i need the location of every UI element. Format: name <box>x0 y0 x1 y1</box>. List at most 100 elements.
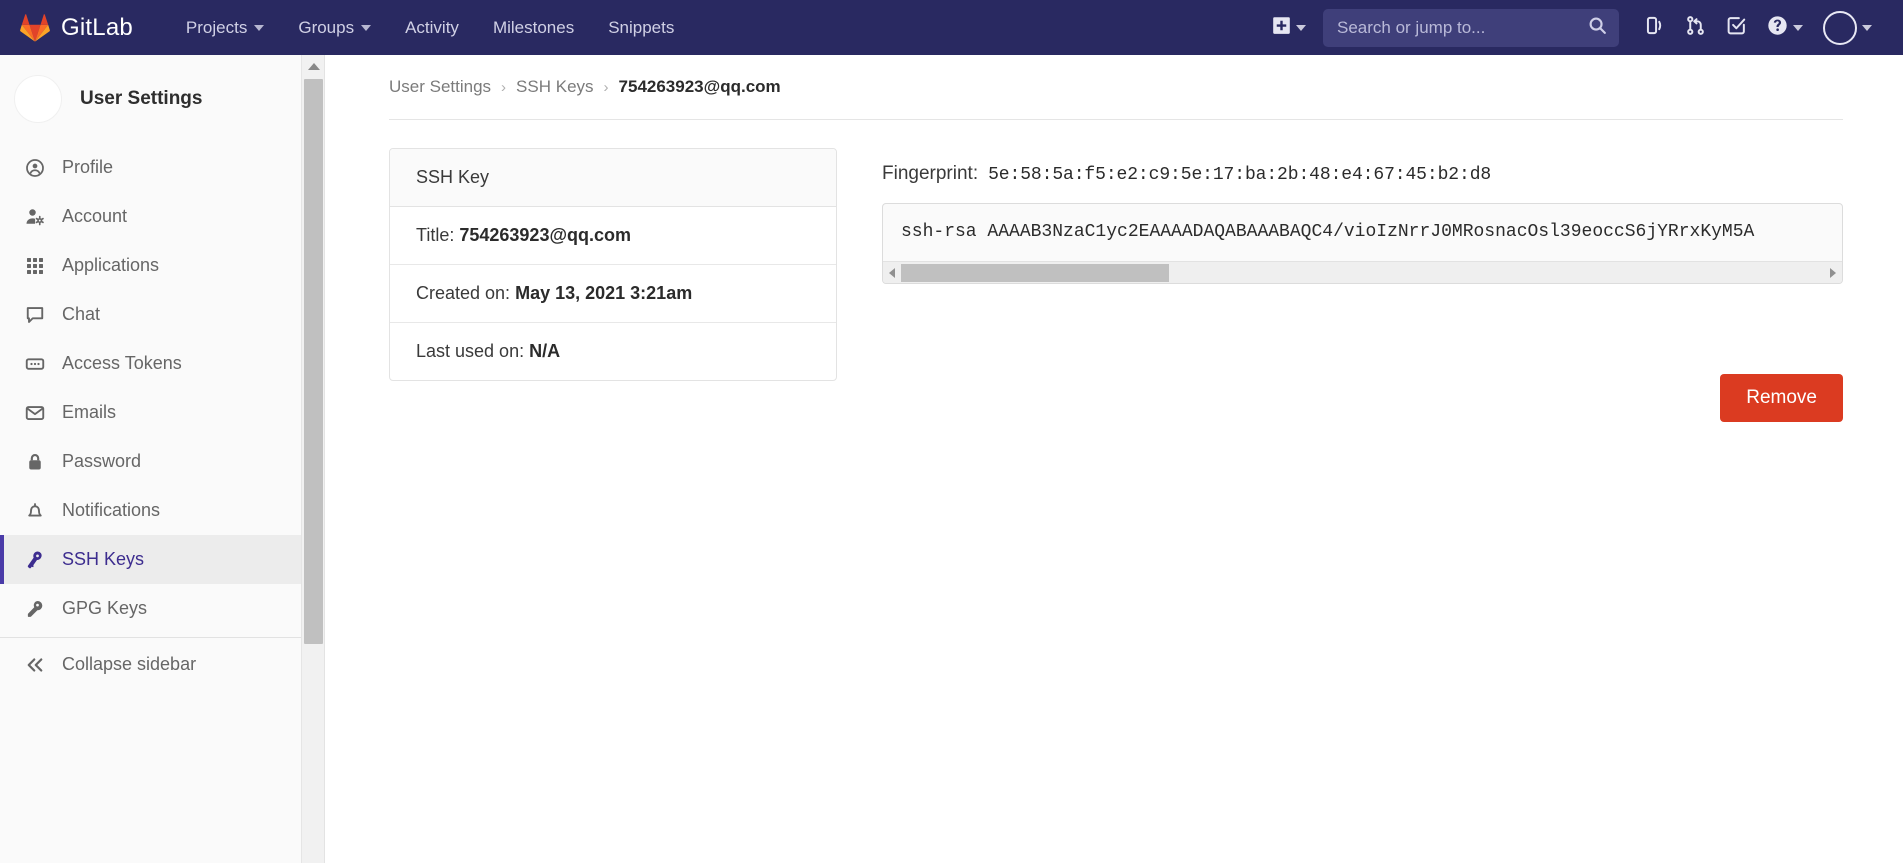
ssh-key-last-used-label: Last used on: <box>416 341 525 361</box>
issues-icon <box>1644 15 1665 41</box>
breadcrumb-bar: User Settings › SSH Keys › 754263923@qq.… <box>326 55 1903 120</box>
nav-link-milestones[interactable]: Milestones <box>476 12 591 44</box>
sidebar-scrollbar-thumb[interactable] <box>304 79 323 644</box>
search-container <box>1323 8 1619 47</box>
sidebar-item-notifications[interactable]: Notifications <box>0 486 301 535</box>
user-menu-button[interactable] <box>1814 5 1881 51</box>
ssh-key-body-box: ssh-rsa AAAAB3NzaC1yc2EAAAADAQABAAABAQC4… <box>882 203 1843 285</box>
access-tokens-icon <box>25 354 45 374</box>
sidebar-item-label: Notifications <box>62 500 161 520</box>
sidebar-item-label: GPG Keys <box>62 598 148 618</box>
ssh-key-created-row: Created on: May 13, 2021 3:21am <box>390 265 836 323</box>
help-button[interactable] <box>1758 9 1812 47</box>
sidebar-item-label: Chat <box>62 304 101 324</box>
sidebar-header: User Settings <box>0 55 301 143</box>
chat-bubble-icon <box>25 305 45 325</box>
ssh-key-title-row: Title: 754263923@qq.com <box>390 207 836 265</box>
sidebar-scrollbar[interactable] <box>302 55 325 863</box>
gpg-key-icon <box>25 599 45 619</box>
sidebar-item-label: Account <box>62 206 128 226</box>
ssh-key-created-label: Created on: <box>416 283 511 303</box>
sidebar-item-access-tokens[interactable]: Access Tokens <box>0 339 301 388</box>
ssh-key-last-used-value: N/A <box>529 341 561 361</box>
todos-button[interactable] <box>1717 9 1756 47</box>
sidebar-item-chat[interactable]: Chat <box>0 290 301 339</box>
nav-link-groups[interactable]: Groups <box>281 12 388 44</box>
ssh-key-content-panel: Fingerprint: 5e:58:5a:f5:e2:c9:5e:17:ba:… <box>837 148 1903 423</box>
collapse-sidebar-label: Collapse sidebar <box>62 654 197 674</box>
chevron-down-icon <box>1296 24 1306 31</box>
ssh-key-title-label: Title: <box>416 225 455 245</box>
sidebar-nav: Profile Account Applications Chat Access… <box>0 143 301 691</box>
sidebar-item-applications[interactable]: Applications <box>0 241 301 290</box>
breadcrumb-item-user-settings[interactable]: User Settings <box>389 77 491 97</box>
plus-square-icon <box>1272 16 1291 40</box>
email-envelope-icon <box>25 403 45 423</box>
sidebar-item-profile[interactable]: Profile <box>0 143 301 192</box>
ssh-key-title-value: 754263923@qq.com <box>459 225 632 245</box>
brand-home-link[interactable]: GitLab <box>20 13 133 42</box>
remove-button[interactable]: Remove <box>1720 374 1843 423</box>
sidebar-item-ssh-keys[interactable]: SSH Keys <box>0 535 301 584</box>
merge-requests-icon <box>1685 15 1706 41</box>
sidebar-item-label: SSH Keys <box>62 549 145 569</box>
applications-grid-icon <box>25 256 45 276</box>
ssh-key-scrollbar-track[interactable] <box>901 262 1824 283</box>
main-content: User Settings › SSH Keys › 754263923@qq.… <box>326 55 1903 863</box>
ssh-key-last-used-row: Last used on: N/A <box>390 323 836 380</box>
breadcrumb-current: 754263923@qq.com <box>618 77 781 96</box>
arrow-right-icon[interactable] <box>1824 262 1842 283</box>
sidebar-item-emails[interactable]: Emails <box>0 388 301 437</box>
actions-row: Remove <box>882 284 1843 423</box>
chevron-down-icon <box>361 24 372 31</box>
chevron-down-icon <box>1862 24 1872 31</box>
page-title: User Settings <box>80 88 203 109</box>
nav-link-activity[interactable]: Activity <box>388 12 476 44</box>
gitlab-tanuki-logo-icon <box>20 13 50 42</box>
nav-link-snippets[interactable]: Snippets <box>591 12 691 44</box>
ssh-key-info-card: SSH Key Title: 754263923@qq.com Created … <box>389 148 837 381</box>
primary-nav: Projects Groups Activity Milestones Snip… <box>169 12 691 44</box>
collapse-sidebar-button[interactable]: Collapse sidebar <box>0 638 301 691</box>
ssh-key-public-key-text[interactable]: ssh-rsa AAAAB3NzaC1yc2EAAAADAQABAAABAQC4… <box>883 204 1842 261</box>
fingerprint-row: Fingerprint: 5e:58:5a:f5:e2:c9:5e:17:ba:… <box>882 148 1843 203</box>
chevron-down-icon <box>1793 24 1803 31</box>
nav-link-groups-label: Groups <box>298 17 355 37</box>
issues-button[interactable] <box>1635 9 1674 47</box>
nav-link-projects-label: Projects <box>185 17 248 37</box>
breadcrumb-item-ssh-keys[interactable]: SSH Keys <box>516 77 593 97</box>
sidebar-item-gpg-keys[interactable]: GPG Keys <box>0 584 301 633</box>
sidebar-item-label: Applications <box>62 255 160 275</box>
breadcrumb-separator-icon: › <box>501 78 507 96</box>
create-new-button[interactable] <box>1263 10 1315 46</box>
help-question-icon <box>1767 15 1788 41</box>
sidebar-item-label: Emails <box>62 402 117 422</box>
ssh-key-scrollbar-thumb[interactable] <box>901 263 1169 282</box>
nav-link-projects[interactable]: Projects <box>169 12 281 44</box>
double-chevron-left-icon <box>25 655 45 675</box>
settings-sidebar: User Settings Profile Account Applicatio… <box>0 55 302 863</box>
top-navbar: GitLab Projects Groups Activity Mileston… <box>0 0 1903 55</box>
breadcrumb-separator-icon: › <box>603 78 609 96</box>
account-user-gear-icon <box>25 207 45 227</box>
search-input[interactable] <box>1323 8 1619 47</box>
ssh-key-card-heading: SSH Key <box>390 149 836 207</box>
ssh-key-icon <box>25 550 45 570</box>
fingerprint-value: 5e:58:5a:f5:e2:c9:5e:17:ba:2b:48:e4:67:4… <box>988 165 1492 185</box>
sidebar-item-account[interactable]: Account <box>0 192 301 241</box>
scroll-up-arrow-icon[interactable] <box>302 55 325 77</box>
merge-requests-button[interactable] <box>1676 9 1715 47</box>
breadcrumb: User Settings › SSH Keys › 754263923@qq.… <box>389 77 1843 120</box>
profile-user-circle-icon <box>25 158 45 178</box>
sidebar-item-label: Password <box>62 451 142 471</box>
navbar-right-actions <box>1263 5 1903 51</box>
arrow-left-icon[interactable] <box>883 262 901 283</box>
ssh-key-detail-layout: SSH Key Title: 754263923@qq.com Created … <box>326 120 1903 423</box>
ssh-key-horizontal-scrollbar[interactable] <box>883 261 1842 284</box>
todos-checkbox-icon <box>1726 15 1747 41</box>
sidebar-item-label: Profile <box>62 157 114 177</box>
sidebar-item-password[interactable]: Password <box>0 437 301 486</box>
password-lock-icon <box>25 452 45 472</box>
notifications-bell-icon <box>25 501 45 521</box>
fingerprint-label: Fingerprint: <box>882 163 979 184</box>
